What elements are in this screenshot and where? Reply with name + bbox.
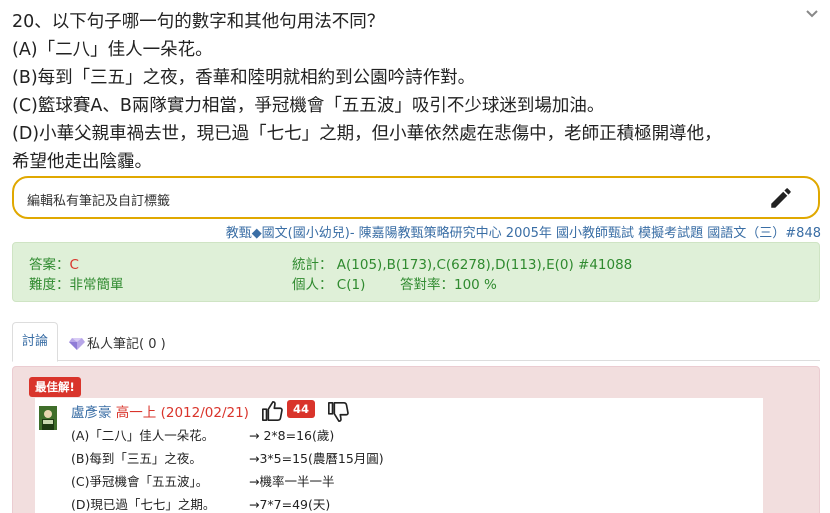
- solution-line-left: (D)現已過「七七」之期。: [71, 497, 216, 512]
- discussion-tabs: 討論 私人筆記( 0 ): [12, 322, 820, 362]
- option-d: (D)小華父親車禍去世，現已過「七七」之期，但小華依然處在悲傷中，老師正積極開導…: [12, 124, 722, 144]
- like-count: 44: [287, 400, 316, 418]
- solution-line: (C)爭冠機會「五五波」。 →機率一半一半: [71, 471, 334, 490]
- solution-line-left: (C)爭冠機會「五五波」。: [71, 474, 209, 489]
- question-text: 20、以下句子哪一句的數字和其他句用法不同？ (A)「二八」佳人一朵花。 (B)…: [12, 8, 822, 176]
- author-meta: 高一上 (2012/02/21): [115, 405, 249, 421]
- solution-line-right: →機率一半一半: [249, 474, 335, 489]
- option-a: (A)「二八」佳人一朵花。: [12, 40, 213, 60]
- answer-card: 盧彥豪 高一上 (2012/02/21) 44 (A)「二八」佳人一朵花。 → …: [35, 398, 763, 513]
- author-name[interactable]: 盧彥豪: [71, 405, 112, 421]
- solution-line: (D)現已過「七七」之期。 →7*7=49(天): [71, 494, 330, 513]
- pencil-icon[interactable]: [768, 185, 794, 211]
- question-source: 教甄◆國文(國小幼兒)- 陳嘉陽教甄策略研究中心 2005年 國小教師甄試 模擬…: [226, 222, 821, 241]
- option-b: (B)每到「三五」之夜，香華和陸明就相約到公園吟詩作對。: [12, 68, 476, 88]
- best-answer-panel: 最佳解! 盧彥豪 高一上 (2012/02/21) 44 (A)「二八」佳人一朵…: [12, 366, 820, 513]
- gem-icon: [69, 338, 85, 350]
- personal-stats: 個人： C(1): [292, 277, 366, 293]
- solution-line-left: (B)每到「三五」之夜。: [71, 451, 202, 466]
- chevron-down-icon[interactable]: [804, 6, 820, 22]
- tab-discussion[interactable]: 討論: [12, 322, 58, 362]
- accuracy-rate: 答對率：100 %: [400, 277, 497, 293]
- solution-line: (B)每到「三五」之夜。 →3*5=15(農曆15月圓): [71, 448, 384, 467]
- thumbs-down-icon[interactable]: [327, 401, 349, 423]
- difficulty: 難度：非常簡單: [29, 277, 124, 293]
- exam-link[interactable]: - 陳嘉陽教甄策略研究中心 2005年 國小教師甄試 模擬考試題 國語文（三）#…: [350, 226, 821, 241]
- option-c: (C)籃球賽A、B兩隊實力相當，爭冠機會「五五波」吸引不少球迷到場加油。: [12, 96, 605, 116]
- solution-line-right: →3*5=15(農曆15月圓): [249, 451, 384, 466]
- answer-author: 盧彥豪 高一上 (2012/02/21): [71, 401, 249, 421]
- solution-line-right: → 2*8=16(歲): [249, 428, 335, 443]
- tab-private-notes-label: 私人筆記( 0 ): [87, 337, 166, 352]
- avatar[interactable]: [39, 406, 57, 430]
- best-answer-badge: 最佳解!: [29, 377, 81, 397]
- statistics: 統計： A(105),B(173),C(6278),D(113),E(0) #4…: [292, 257, 633, 273]
- solution-line-left: (A)「二八」佳人一朵花。: [71, 428, 215, 443]
- solution-line-right: →7*7=49(天): [249, 497, 331, 512]
- private-note-editor[interactable]: 編輯私有筆記及自訂標籤: [12, 176, 820, 219]
- thumbs-up-icon[interactable]: [261, 400, 283, 422]
- note-label: 編輯私有筆記及自訂標籤: [27, 194, 171, 209]
- solution-line: (A)「二八」佳人一朵花。 → 2*8=16(歲): [71, 425, 334, 444]
- tab-private-notes[interactable]: 私人筆記( 0 ): [69, 333, 166, 352]
- answer-value: C: [69, 257, 79, 273]
- option-d-continued: 希望他走出陰霾。: [12, 152, 152, 172]
- category-link[interactable]: 教甄◆國文(國小幼兒): [226, 226, 350, 241]
- question-title: 20、以下句子哪一句的數字和其他句用法不同？: [12, 12, 385, 32]
- answer-label: 答案：: [29, 257, 70, 273]
- answer-row: 答案：C: [29, 253, 79, 273]
- answer-stats-panel: 答案：C 難度：非常簡單 統計： A(105),B(173),C(6278),D…: [12, 242, 820, 302]
